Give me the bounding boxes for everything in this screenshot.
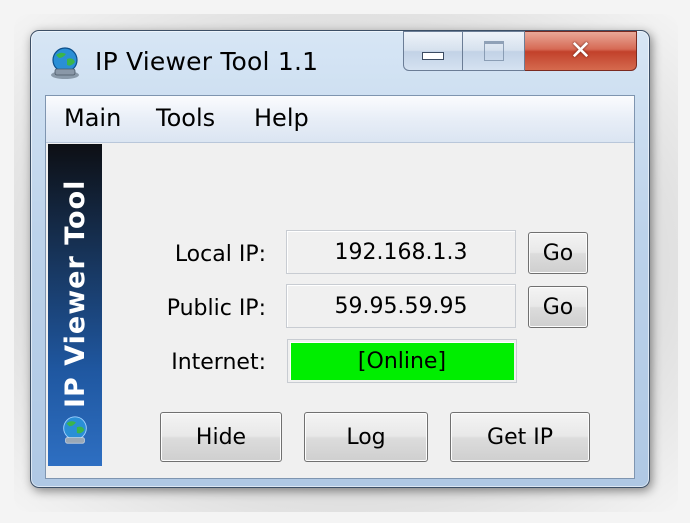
minimize-button[interactable] <box>403 31 463 71</box>
get-ip-button[interactable]: Get IP <box>450 412 590 462</box>
log-button[interactable]: Log <box>304 412 428 462</box>
menu-help[interactable]: Help <box>254 104 309 132</box>
maximize-icon <box>483 41 504 61</box>
local-ip-go-button[interactable]: Go <box>528 232 588 274</box>
local-ip-field: 192.168.1.3 <box>286 230 516 274</box>
sidebar-banner-text: IP Viewer Tool <box>59 179 91 408</box>
minimize-icon <box>422 52 444 60</box>
caption-buttons: ✕ <box>403 31 637 73</box>
hide-button[interactable]: Hide <box>160 412 282 462</box>
close-button[interactable]: ✕ <box>525 31 637 71</box>
internet-label: Internet: <box>171 350 266 375</box>
public-ip-field: 59.95.59.95 <box>286 284 516 328</box>
internet-status-field: [Online] <box>287 339 517 383</box>
local-ip-label: Local IP: <box>174 242 266 267</box>
menu-tools[interactable]: Tools <box>156 104 215 132</box>
globe-network-icon <box>51 47 79 79</box>
sidebar-banner: IP Viewer Tool <box>48 144 102 466</box>
close-icon: ✕ <box>569 36 592 66</box>
maximize-button[interactable] <box>463 31 525 71</box>
window-title: IP Viewer Tool 1.1 <box>95 47 319 76</box>
public-ip-label: Public IP: <box>166 296 266 321</box>
client-area: Main Tools Help IP Viewer Tool Local IP:… <box>45 95 635 479</box>
globe-network-icon <box>63 416 87 444</box>
app-window: IP Viewer Tool 1.1 ✕ Main Tools Help IP … <box>30 30 650 488</box>
menu-bar: Main Tools Help <box>46 96 634 143</box>
public-ip-go-button[interactable]: Go <box>528 286 588 328</box>
